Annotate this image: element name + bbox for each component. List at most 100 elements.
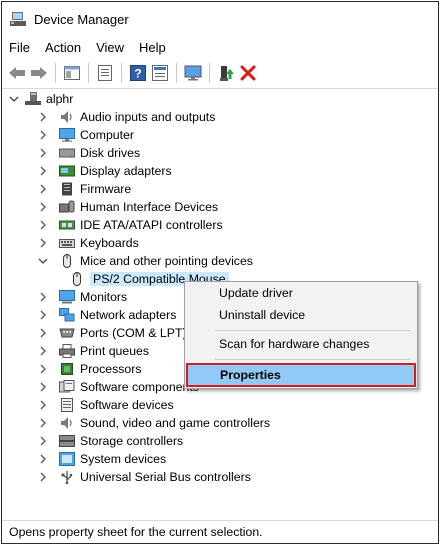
keyboard-icon [59,236,75,250]
hid-icon [59,200,75,214]
tree-item-label: Network adapters [80,308,177,322]
chevron-right-icon[interactable] [37,360,49,378]
chevron-right-icon[interactable] [37,162,49,180]
chevron-right-icon[interactable] [37,234,49,252]
tree-item-monitor[interactable]: Monitors [37,288,127,306]
status-bar: Opens property sheet for the current sel… [2,520,438,543]
menu-separator [215,330,411,331]
tree-item-label: Processors [80,362,142,376]
back-icon[interactable] [8,64,26,82]
tree-item-label: Disk drives [80,146,141,160]
device-manager-app-icon [10,11,26,27]
tree-item-label: Display adapters [80,164,172,178]
tree-item-keyboard[interactable]: Keyboards [37,234,139,252]
device-manager-window: Device Manager File Action View Help ? a… [1,1,439,544]
menu-item-scan-hardware[interactable]: Scan for hardware changes [185,333,417,355]
tree-item-processor[interactable]: Processors [37,360,142,378]
tree-item-label: Storage controllers [80,434,184,448]
menu-view[interactable]: View [96,40,124,55]
tree-item-label: System devices [80,452,167,466]
disk-icon [59,146,75,160]
device-list-icon[interactable] [96,64,114,82]
tree-item-ide-controller[interactable]: IDE ATA/ATAPI controllers [37,216,223,234]
tree-item-system[interactable]: System devices [37,450,166,468]
tree-item-label: Audio inputs and outputs [80,110,216,124]
system-icon [59,452,75,466]
tree-item-hid[interactable]: Human Interface Devices [37,198,218,216]
tree-item-label: IDE ATA/ATAPI controllers [80,218,223,232]
toolbar-separator [88,63,89,83]
tree-item-label: Ports (COM & LPT) [80,326,187,340]
chevron-down-icon[interactable] [7,90,21,108]
chevron-right-icon[interactable] [37,324,49,342]
tree-item-label: Monitors [80,290,128,304]
menu-item-properties[interactable]: Properties [186,363,416,387]
tree-item-display-adapter[interactable]: Display adapters [37,162,172,180]
menu-help[interactable]: Help [139,40,166,55]
chevron-right-icon[interactable] [37,288,49,306]
chevron-right-icon[interactable] [37,198,49,216]
chevron-right-icon[interactable] [37,468,49,486]
toolbar-separator [209,63,210,83]
toolbar-separator [121,63,122,83]
tree-item-software-component[interactable]: Software components [37,378,199,396]
chevron-right-icon[interactable] [37,432,49,450]
tree-item-mouse[interactable]: Mice and other pointing devices [37,252,253,270]
speaker-icon [59,110,75,124]
tree-item-label: Software devices [80,398,174,412]
tree-item-software-device[interactable]: Software devices [37,396,174,414]
mouse-icon [69,272,85,286]
chevron-right-icon[interactable] [37,450,49,468]
menu-item-update-driver[interactable]: Update driver [185,282,417,304]
chevron-right-icon[interactable] [37,342,49,360]
menu-separator [215,359,411,360]
chevron-right-icon[interactable] [37,126,49,144]
chevron-right-icon[interactable] [37,144,49,162]
tree-item-network[interactable]: Network adapters [37,306,176,324]
storage-icon [59,434,75,448]
tree-item-computer[interactable]: Computer [37,126,134,144]
tree-item-speaker[interactable]: Audio inputs and outputs [37,108,215,126]
enable-device-icon[interactable] [217,64,235,82]
device-properties-icon[interactable] [151,64,169,82]
menu-file[interactable]: File [9,40,30,55]
chevron-right-icon[interactable] [37,378,49,396]
software-component-icon [59,380,75,394]
properties-pane-icon[interactable] [63,64,81,82]
tree-root[interactable]: alphr [7,90,73,108]
tree-item-sound[interactable]: Sound, video and game controllers [37,414,270,432]
tree-item-label: Software components [80,380,199,394]
uninstall-icon[interactable] [239,64,257,82]
chevron-right-icon[interactable] [37,414,49,432]
forward-icon[interactable] [30,64,48,82]
tree-item-printer[interactable]: Print queues [37,342,149,360]
help-icon[interactable]: ? [129,64,147,82]
tree-item-usb[interactable]: Universal Serial Bus controllers [37,468,251,486]
port-icon [59,326,75,340]
chevron-down-icon[interactable] [37,252,49,270]
printer-icon [59,344,75,358]
root-label: alphr [46,92,74,106]
tree-item-label: Human Interface Devices [80,200,219,214]
toolbar-separator [176,63,177,83]
chevron-right-icon[interactable] [37,306,49,324]
usb-icon [59,470,75,485]
tree-item-label: Keyboards [80,236,139,250]
status-text: Opens property sheet for the current sel… [9,525,263,539]
firmware-icon [59,182,75,196]
computer-icon [59,128,75,142]
menu-bar: File Action View Help [2,36,438,58]
monitor-icon[interactable] [184,64,202,82]
chevron-right-icon[interactable] [37,216,49,234]
chevron-right-icon[interactable] [37,108,49,126]
menu-action[interactable]: Action [45,40,81,55]
menu-item-uninstall-device[interactable]: Uninstall device [185,304,417,326]
tree-item-storage[interactable]: Storage controllers [37,432,183,450]
chevron-right-icon[interactable] [37,396,49,414]
chevron-right-icon[interactable] [37,180,49,198]
tree-item-firmware[interactable]: Firmware [37,180,131,198]
tree-item-port[interactable]: Ports (COM & LPT) [37,324,187,342]
tree-item-disk[interactable]: Disk drives [37,144,140,162]
svg-text:?: ? [134,67,141,81]
toolbar: ? [2,58,438,89]
